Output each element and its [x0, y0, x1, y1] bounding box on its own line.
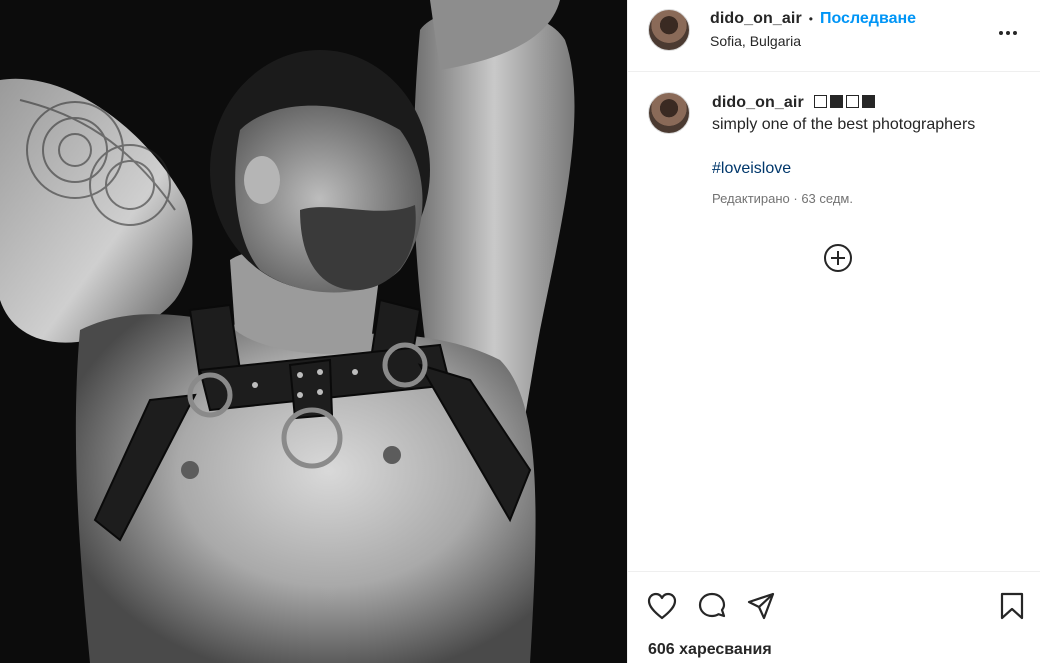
- black-square-emoji: [862, 95, 876, 108]
- portrait-photo: [0, 0, 627, 663]
- post-view: dido_on_air • Последване Sofia, Bulgaria: [0, 0, 1040, 663]
- author-username[interactable]: dido_on_air: [710, 10, 802, 28]
- author-info: dido_on_air • Последване Sofia, Bulgaria: [710, 9, 916, 49]
- hashtag-link[interactable]: #loveislove: [712, 158, 975, 180]
- post-photo[interactable]: [0, 0, 627, 663]
- share-icon[interactable]: [745, 590, 777, 622]
- emoji-squares: [814, 95, 876, 108]
- white-square-emoji: [846, 95, 860, 108]
- location-link[interactable]: Sofia, Bulgaria: [710, 33, 916, 49]
- comment-icon[interactable]: [696, 590, 728, 622]
- post-header: dido_on_air • Последване Sofia, Bulgaria: [628, 0, 1040, 72]
- heart-icon[interactable]: [646, 590, 678, 622]
- bookmark-icon[interactable]: [996, 590, 1028, 622]
- caption: dido_on_air simply one of the best photo…: [648, 92, 1020, 210]
- comments-section: dido_on_air simply one of the best photo…: [628, 72, 1040, 571]
- follow-button[interactable]: Последване: [820, 10, 916, 28]
- caption-avatar[interactable]: [648, 92, 690, 134]
- black-square-emoji: [830, 95, 844, 108]
- post-sidebar: dido_on_air • Последване Sofia, Bulgaria: [627, 0, 1040, 663]
- caption-username[interactable]: dido_on_air: [712, 94, 804, 111]
- more-options-icon[interactable]: [996, 21, 1020, 45]
- separator-dot: •: [808, 12, 813, 26]
- likes-count[interactable]: 606 харесвания: [648, 641, 772, 659]
- avatar[interactable]: [648, 9, 690, 51]
- caption-body: dido_on_air simply one of the best photo…: [712, 92, 975, 210]
- actions-bar: 606 харесвания: [628, 571, 1040, 663]
- add-comment-plus-icon[interactable]: [822, 242, 854, 274]
- caption-meta: Редактирано · 63 седм.: [712, 191, 853, 206]
- white-square-emoji: [814, 95, 828, 108]
- caption-text: simply one of the best photographers: [712, 116, 976, 133]
